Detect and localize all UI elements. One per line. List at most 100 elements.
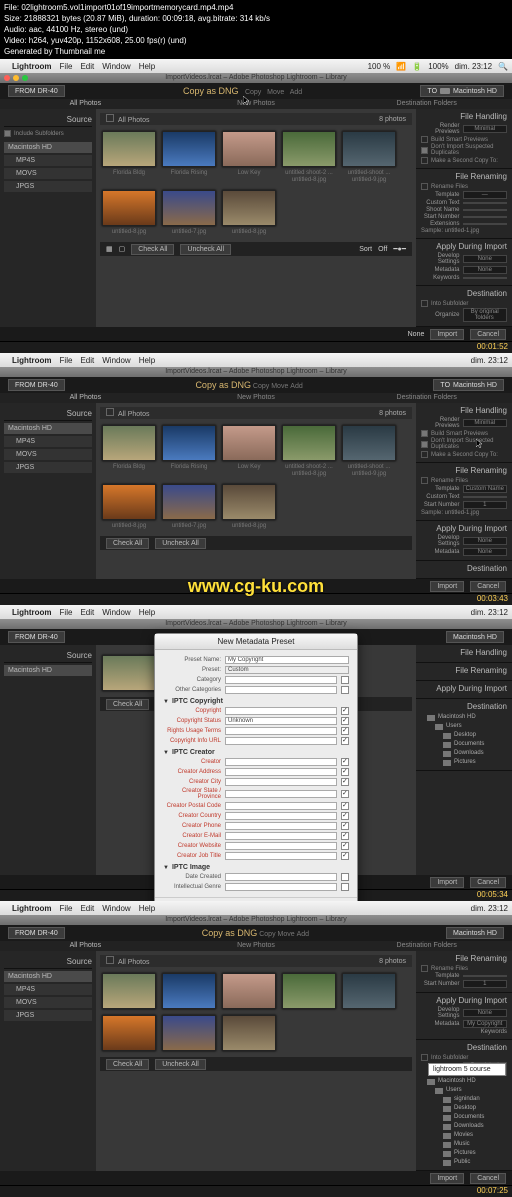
cancel-button[interactable]: Cancel bbox=[470, 581, 506, 592]
apply-during-header[interactable]: Apply During Import bbox=[421, 996, 507, 1005]
import-button[interactable]: Import bbox=[430, 329, 464, 340]
source-mp4s[interactable]: MP4S bbox=[4, 436, 92, 447]
second-copy-check[interactable] bbox=[421, 451, 428, 458]
to-badge[interactable]: TOMacintosh HD bbox=[433, 379, 504, 391]
metadata-select[interactable]: None bbox=[463, 548, 508, 556]
tree-user[interactable]: signindan bbox=[421, 1095, 507, 1104]
file-handling-header[interactable]: File Handling bbox=[421, 648, 507, 657]
thumb-2[interactable]: Florida Rising bbox=[162, 425, 216, 478]
thumb-8[interactable]: untitled-8.jpg bbox=[222, 484, 276, 530]
add-option[interactable]: Add bbox=[290, 89, 302, 96]
tree-pictures[interactable]: Pictures bbox=[421, 758, 507, 767]
intellectual-input[interactable] bbox=[225, 883, 337, 891]
import-button[interactable]: Import bbox=[430, 581, 464, 592]
thumb-3[interactable]: Low Key bbox=[222, 131, 276, 184]
menu-file[interactable]: File bbox=[60, 904, 73, 913]
thumb-4[interactable] bbox=[282, 973, 336, 1009]
thumb-6[interactable]: untitled-8.jpg bbox=[102, 190, 156, 236]
check-all-button[interactable]: Check All bbox=[106, 538, 149, 549]
source-movs[interactable]: MOVS bbox=[4, 449, 92, 460]
destination-header[interactable]: Destination bbox=[421, 289, 507, 298]
destination-header[interactable]: Destination bbox=[421, 1043, 507, 1052]
from-badge[interactable]: FROM DR-40 bbox=[8, 631, 65, 643]
app-name[interactable]: Lightroom bbox=[12, 356, 52, 365]
creator-input[interactable] bbox=[225, 758, 337, 766]
menu-edit[interactable]: Edit bbox=[80, 904, 94, 913]
loupe-view-icon[interactable]: ▢ bbox=[119, 245, 126, 253]
destination-header[interactable]: Destination bbox=[421, 702, 507, 711]
sort-value[interactable]: Off bbox=[378, 246, 387, 253]
thumb-4[interactable]: untitled shoot-2 ... untitled-8.jpg bbox=[282, 131, 336, 184]
file-renaming-header[interactable]: File Renaming bbox=[421, 172, 507, 181]
no-dupes-check[interactable] bbox=[421, 441, 428, 448]
copy-option[interactable]: Copy bbox=[253, 383, 269, 390]
uncheck-all-button[interactable]: Uncheck All bbox=[180, 244, 231, 255]
source-hd[interactable]: Macintosh HD bbox=[4, 665, 92, 676]
rights-check[interactable] bbox=[341, 727, 349, 735]
source-hd[interactable]: Macintosh HD bbox=[4, 423, 92, 434]
preset-select[interactable]: Custom bbox=[225, 666, 349, 674]
source-mp4s[interactable]: MP4S bbox=[4, 984, 92, 995]
copyright-url-check[interactable] bbox=[341, 737, 349, 745]
source-jpgs[interactable]: JPGS bbox=[4, 181, 92, 192]
creator-state-input[interactable] bbox=[225, 790, 337, 798]
close-icon[interactable] bbox=[4, 75, 10, 81]
shoot-name-input[interactable] bbox=[463, 209, 508, 211]
import-button[interactable]: Import bbox=[430, 1173, 464, 1184]
select-all-check[interactable] bbox=[106, 408, 114, 416]
minimize-icon[interactable] bbox=[13, 75, 19, 81]
tree-hd[interactable]: Macintosh HD bbox=[421, 1077, 507, 1086]
thumb-5[interactable]: untitled-shoot ... untitled-9.jpg bbox=[342, 131, 396, 184]
from-badge[interactable]: FROM DR-40 bbox=[8, 927, 65, 939]
menu-window[interactable]: Window bbox=[102, 904, 130, 913]
creator-addr-input[interactable] bbox=[225, 768, 337, 776]
start-num-input[interactable]: 1 bbox=[463, 980, 508, 988]
render-previews-select[interactable]: Minimal bbox=[463, 125, 508, 133]
tab-new-photos[interactable]: New Photos bbox=[171, 941, 342, 951]
preset-name-input[interactable] bbox=[225, 656, 349, 664]
select-all-check[interactable] bbox=[106, 956, 114, 964]
add-option[interactable]: Add bbox=[290, 383, 302, 390]
cancel-button[interactable]: Cancel bbox=[470, 877, 506, 888]
copyright-status-check[interactable] bbox=[341, 717, 349, 725]
organize-select[interactable]: By original folders bbox=[463, 308, 508, 322]
subfolder-check[interactable] bbox=[421, 300, 428, 307]
menu-edit[interactable]: Edit bbox=[80, 62, 94, 71]
tree-users[interactable]: Users bbox=[421, 722, 507, 731]
category-check[interactable] bbox=[341, 676, 349, 684]
creator-web-input[interactable] bbox=[225, 842, 337, 850]
start-num-input[interactable]: 1 bbox=[463, 501, 508, 509]
to-badge[interactable]: Macintosh HD bbox=[446, 631, 504, 643]
creator-city-check[interactable] bbox=[341, 778, 349, 786]
date-created-input[interactable] bbox=[225, 873, 337, 881]
thumb-6[interactable] bbox=[102, 1015, 156, 1051]
iptc-copyright-section[interactable]: ▼IPTC Copyright bbox=[163, 698, 349, 705]
copy-option[interactable]: Copy bbox=[245, 89, 261, 96]
menu-edit[interactable]: Edit bbox=[80, 608, 94, 617]
tab-new-photos[interactable]: New Photos bbox=[171, 99, 342, 109]
tree-public[interactable]: Public bbox=[421, 1158, 507, 1167]
develop-settings-select[interactable]: None bbox=[463, 255, 508, 263]
thumb-1[interactable] bbox=[102, 655, 156, 691]
source-panel-header[interactable]: Source bbox=[4, 955, 92, 969]
grid-view-icon[interactable]: ▦ bbox=[106, 245, 113, 253]
menu-window[interactable]: Window bbox=[102, 62, 130, 71]
creator-phone-input[interactable] bbox=[225, 822, 337, 830]
thumb-5[interactable]: untitled-shoot ... untitled-9.jpg bbox=[342, 425, 396, 478]
custom-text-input[interactable] bbox=[463, 496, 508, 498]
to-badge[interactable]: Macintosh HD bbox=[446, 927, 504, 939]
uncheck-all-button[interactable]: Uncheck All bbox=[155, 538, 206, 549]
no-dupes-check[interactable] bbox=[421, 147, 428, 154]
keywords-input[interactable]: lightroom 5 course bbox=[428, 1063, 506, 1076]
source-movs[interactable]: MOVS bbox=[4, 168, 92, 179]
second-copy-check[interactable] bbox=[421, 157, 428, 164]
menu-help[interactable]: Help bbox=[139, 904, 155, 913]
intellectual-check[interactable] bbox=[341, 883, 349, 891]
tree-hd[interactable]: Macintosh HD bbox=[421, 713, 507, 722]
source-mp4s[interactable]: MP4S bbox=[4, 155, 92, 166]
start-num-input[interactable] bbox=[463, 216, 508, 218]
rename-files-check[interactable] bbox=[421, 477, 428, 484]
creator-postal-input[interactable] bbox=[225, 802, 337, 810]
menu-help[interactable]: Help bbox=[139, 62, 155, 71]
check-all-button[interactable]: Check All bbox=[131, 244, 174, 255]
